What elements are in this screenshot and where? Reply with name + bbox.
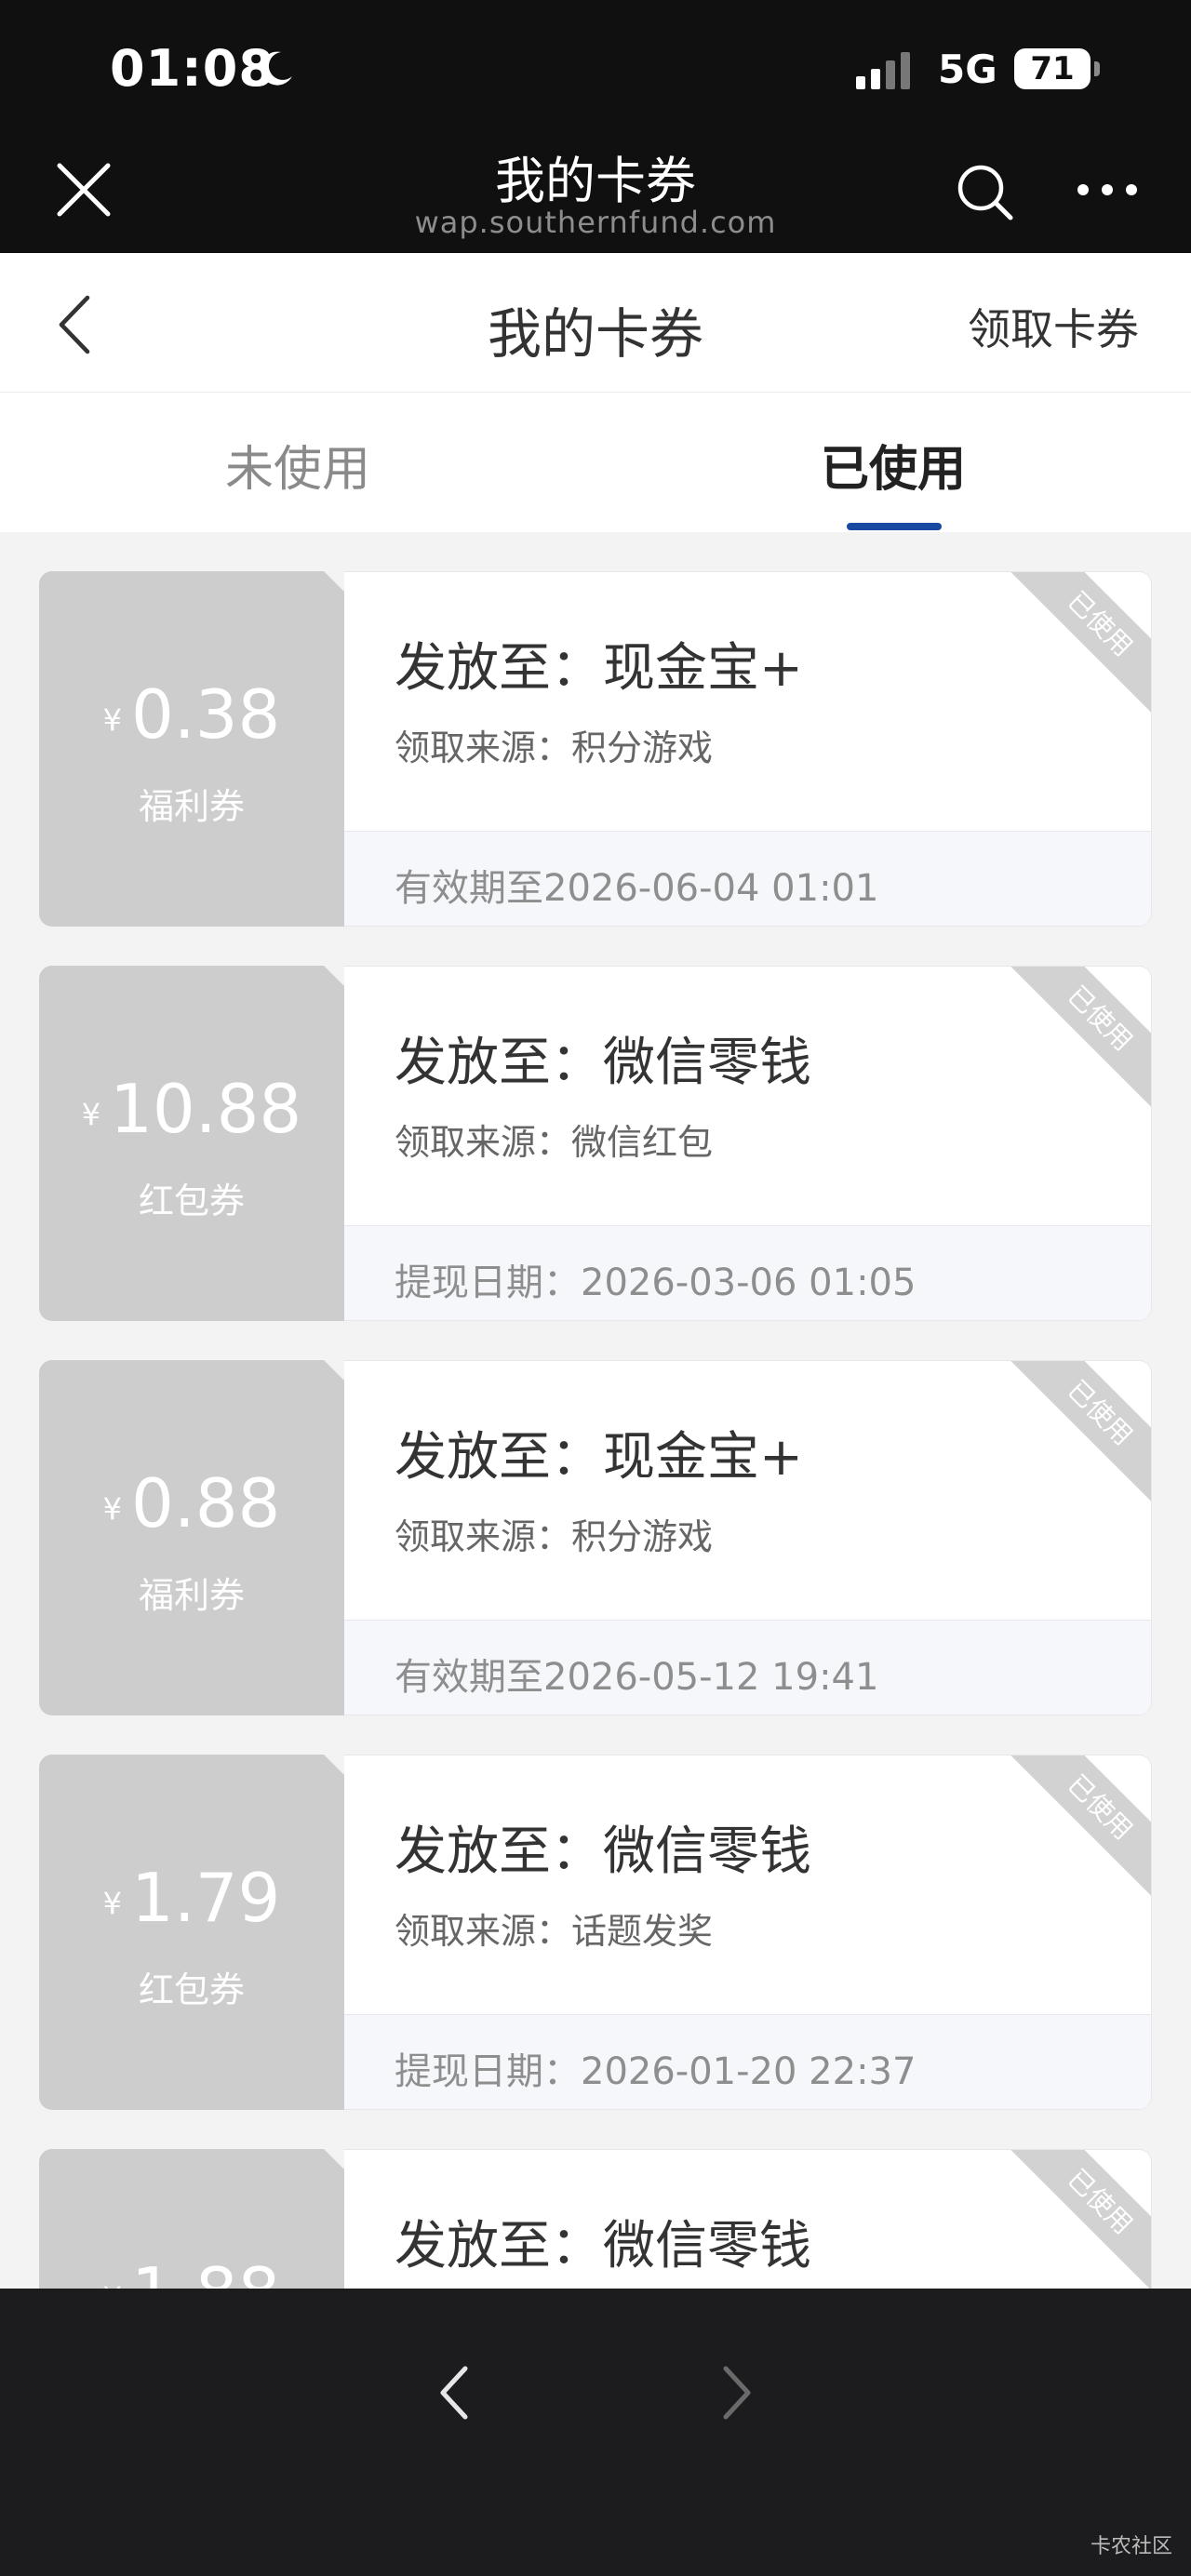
coupon-amount: ¥10.88: [39, 1070, 344, 1148]
claim-coupons-link[interactable]: 领取卡券: [968, 296, 1139, 357]
coupon-card[interactable]: ¥1.88 发放至：微信零钱 已使用: [39, 2149, 1152, 2289]
currency-symbol: ¥: [102, 702, 123, 738]
coupon-card[interactable]: ¥0.88 福利券 发放至：现金宝+ 领取来源：积分游戏 有效期至2026-05…: [39, 1360, 1152, 1715]
coupon-footer: 有效期至2026-05-12 19:41: [344, 1620, 1151, 1715]
currency-symbol: ¥: [102, 1886, 123, 1921]
coupon-destination: 发放至：微信零钱: [395, 1822, 811, 1882]
coupon-card[interactable]: ¥10.88 红包券 发放至：微信零钱 领取来源：微信红包 提现日期：2026-…: [39, 966, 1152, 1321]
page-navbar: 我的卡券 领取卡券: [0, 253, 1191, 393]
coupon-notch: [324, 2149, 344, 2169]
coupon-detail-panel: 发放至：微信零钱 领取来源：微信红包 提现日期：2026-03-06 01:05…: [344, 966, 1152, 1321]
battery-tip: [1094, 61, 1100, 76]
coupon-notch: [324, 1755, 344, 1775]
coupon-date: 提现日期：2026-01-20 22:37: [395, 2050, 917, 2093]
moon-icon: [261, 51, 292, 86]
coupon-value-panel: ¥0.88 福利券: [39, 1360, 344, 1715]
coupon-notch: [324, 1360, 344, 1381]
coupon-source: 领取来源：话题发奖: [395, 1911, 714, 1952]
tab-bar: 未使用 已使用: [0, 393, 1191, 532]
coupon-detail-panel: 发放至：微信零钱 已使用: [344, 2149, 1152, 2289]
coupon-amount-value: 0.38: [131, 675, 281, 754]
active-tab-indicator: [847, 523, 942, 530]
coupon-destination: 发放至：微信零钱: [395, 1033, 811, 1093]
coupon-value-panel: ¥0.38 福利券: [39, 571, 344, 927]
status-time: 01:08: [110, 39, 274, 98]
coupon-date: 提现日期：2026-03-06 01:05: [395, 1261, 917, 1304]
battery-icon: 71: [1014, 48, 1091, 89]
coupon-destination: 发放至：微信零钱: [395, 2216, 811, 2276]
used-stamp: 已使用: [998, 2150, 1151, 2289]
coupon-type: 红包券: [138, 1181, 245, 1221]
watermark: 卡农社区: [1090, 2535, 1172, 2558]
coupon-source: 领取来源：积分游戏: [395, 1516, 714, 1557]
coupon-amount: ¥0.38: [39, 675, 344, 754]
browser-header: 01:08 5G 71 我的卡券 wap.southernfund.com: [0, 0, 1191, 253]
coupon-footer: 提现日期：2026-01-20 22:37: [344, 2014, 1151, 2109]
coupon-source: 领取来源：积分游戏: [395, 727, 714, 768]
coupon-amount: ¥1.88: [39, 2253, 344, 2289]
coupon-detail-panel: 发放至：微信零钱 领取来源：话题发奖 提现日期：2026-01-20 22:37…: [344, 1755, 1152, 2110]
browser-forward-icon[interactable]: [718, 2363, 756, 2423]
used-stamp: 已使用: [998, 1361, 1151, 1515]
coupon-type: 红包券: [138, 1969, 245, 2010]
coupon-detail-panel: 发放至：现金宝+ 领取来源：积分游戏 有效期至2026-05-12 19:41 …: [344, 1360, 1152, 1715]
signal-icon: [856, 52, 910, 89]
coupon-detail-panel: 发放至：现金宝+ 领取来源：积分游戏 有效期至2026-06-04 01:01 …: [344, 571, 1152, 927]
used-stamp: 已使用: [998, 572, 1151, 726]
coupon-footer: 有效期至2026-06-04 01:01: [344, 831, 1151, 926]
coupon-amount-value: 10.88: [110, 1070, 302, 1148]
coupon-date: 有效期至2026-06-04 01:01: [395, 867, 879, 910]
coupon-type: 福利券: [138, 1575, 245, 1616]
coupon-notch: [324, 966, 344, 986]
coupon-card[interactable]: ¥0.38 福利券 发放至：现金宝+ 领取来源：积分游戏 有效期至2026-06…: [39, 571, 1152, 927]
search-icon[interactable]: [955, 162, 1016, 223]
coupon-value-panel: ¥1.88: [39, 2149, 344, 2289]
coupon-value-panel: ¥10.88 红包券: [39, 966, 344, 1321]
coupon-amount-value: 1.79: [131, 1859, 281, 1937]
coupon-value-panel: ¥1.79 红包券: [39, 1755, 344, 2110]
coupon-footer: 提现日期：2026-03-06 01:05: [344, 1225, 1151, 1320]
currency-symbol: ¥: [103, 2280, 122, 2289]
coupon-amount-value: 0.88: [131, 1464, 281, 1542]
currency-symbol: ¥: [81, 1097, 101, 1132]
coupon-amount-value: 1.88: [131, 2253, 280, 2289]
browser-toolbar: 卡农社区: [0, 2289, 1191, 2576]
coupon-type: 福利券: [138, 786, 245, 827]
coupon-notch: [324, 571, 344, 592]
tab-used[interactable]: 已使用: [596, 430, 1191, 500]
used-stamp: 已使用: [998, 1755, 1151, 1909]
browser-back-icon[interactable]: [435, 2363, 473, 2423]
coupon-amount: ¥0.88: [39, 1464, 344, 1542]
network-label: 5G: [938, 47, 997, 92]
used-stamp: 已使用: [998, 967, 1151, 1120]
page-content: 我的卡券 领取卡券 未使用 已使用 ¥0.38 福利券 发放至：现金宝+ 领取来…: [0, 253, 1191, 2289]
coupon-source: 领取来源：微信红包: [395, 1122, 714, 1163]
coupon-destination: 发放至：现金宝+: [395, 638, 803, 699]
coupon-amount: ¥1.79: [39, 1859, 344, 1937]
coupon-date: 有效期至2026-05-12 19:41: [395, 1656, 879, 1699]
currency-symbol: ¥: [102, 1491, 123, 1527]
coupon-card[interactable]: ¥1.79 红包券 发放至：微信零钱 领取来源：话题发奖 提现日期：2026-0…: [39, 1755, 1152, 2110]
tab-unused[interactable]: 未使用: [0, 430, 596, 500]
coupon-destination: 发放至：现金宝+: [395, 1427, 803, 1488]
more-icon[interactable]: [1074, 180, 1141, 199]
